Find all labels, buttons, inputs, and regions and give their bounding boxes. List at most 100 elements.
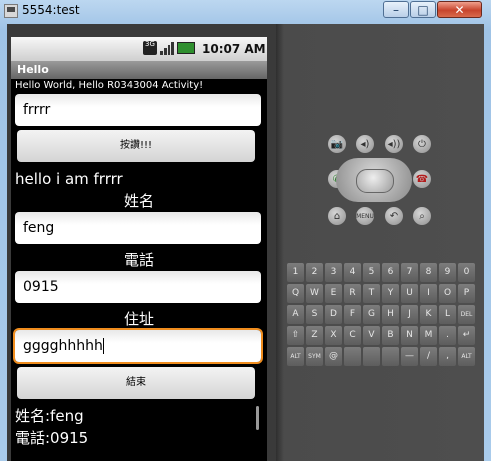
volume-down-button-icon[interactable]: ◂)	[356, 135, 374, 153]
space-key[interactable]	[382, 347, 399, 366]
key[interactable]: D	[325, 305, 342, 324]
keyboard-row: ALT SYM @ — / , ALT	[287, 347, 477, 366]
key[interactable]: G	[363, 305, 380, 324]
key[interactable]: Z	[306, 326, 323, 345]
keyboard-row: Q W E R T Y U I O P	[287, 284, 477, 303]
key[interactable]: S	[306, 305, 323, 324]
key[interactable]: 7	[401, 263, 418, 282]
key[interactable]: 5	[363, 263, 380, 282]
key[interactable]: —	[401, 347, 418, 366]
key[interactable]: @	[325, 347, 342, 366]
result-name-text: 姓名:feng	[15, 407, 84, 425]
key[interactable]: 3	[325, 263, 342, 282]
phone-label: 電話	[123, 251, 154, 269]
delete-key[interactable]: DEL	[458, 305, 475, 324]
text-cursor	[102, 338, 104, 354]
key[interactable]: J	[401, 305, 418, 324]
app-subtitle: Hello World, Hello R0343004 Activity!	[15, 80, 204, 91]
keyboard-row: 1 2 3 4 5 6 7 8 9 0	[287, 263, 477, 282]
key[interactable]: 4	[344, 263, 361, 282]
key[interactable]: 8	[420, 263, 437, 282]
window-titlebar[interactable]: 5554:test – □ ✕	[0, 0, 491, 24]
close-button[interactable]: ✕	[437, 1, 482, 18]
name-input[interactable]: feng	[15, 212, 261, 244]
key[interactable]: O	[439, 284, 456, 303]
end-call-button-icon[interactable]: ☎	[413, 170, 431, 188]
key[interactable]: Y	[382, 284, 399, 303]
key[interactable]: N	[401, 326, 418, 345]
minimize-button[interactable]: –	[383, 1, 409, 18]
greeting-text: hello i am frrrr	[15, 170, 123, 188]
maximize-button[interactable]: □	[410, 1, 436, 18]
top-text-input[interactable]: frrrr	[15, 94, 261, 126]
key[interactable]: 0	[458, 263, 475, 282]
key[interactable]: C	[344, 326, 361, 345]
key[interactable]: Q	[287, 284, 304, 303]
key[interactable]: ,	[439, 347, 456, 366]
key[interactable]: X	[325, 326, 342, 345]
address-label: 住址	[123, 310, 154, 328]
key[interactable]: T	[363, 284, 380, 303]
key[interactable]: 9	[439, 263, 456, 282]
key[interactable]: W	[306, 284, 323, 303]
signal-strength-icon	[160, 41, 174, 55]
dpad[interactable]	[336, 158, 412, 202]
shift-key[interactable]: ⇧	[287, 326, 304, 345]
key[interactable]: P	[458, 284, 475, 303]
key[interactable]: 6	[382, 263, 399, 282]
end-button[interactable]: 結束	[17, 367, 255, 399]
address-input-text: gggghhhhh	[23, 338, 103, 354]
emulator-app-icon	[4, 4, 18, 18]
app-title-bar: Hello	[11, 61, 267, 79]
window-controls: – □ ✕	[383, 1, 483, 18]
key[interactable]: E	[325, 284, 342, 303]
phone-input[interactable]: 0915	[15, 271, 261, 303]
result-phone-text: 電話:0915	[15, 429, 89, 447]
sym-key[interactable]: SYM	[306, 347, 323, 366]
key[interactable]: U	[401, 284, 418, 303]
window-title: 5554:test	[22, 3, 80, 17]
home-button-icon[interactable]: ⌂	[328, 207, 346, 225]
dpad-center-button[interactable]	[356, 169, 394, 193]
keyboard-row: A S D F G H J K L DEL	[287, 305, 477, 324]
keyboard-row: ⇧ Z X C V B N M . ↵	[287, 326, 477, 345]
device-screen[interactable]: 3G 10:07 AM Hello Hello World, Hello R03…	[11, 37, 267, 461]
space-key[interactable]	[363, 347, 380, 366]
hardware-keyboard: 1 2 3 4 5 6 7 8 9 0 Q W E R T Y U I O P …	[287, 263, 477, 368]
status-bar: 3G 10:07 AM	[11, 37, 267, 61]
power-button-icon[interactable]: ⏻	[413, 135, 431, 153]
space-key[interactable]	[344, 347, 361, 366]
like-button[interactable]: 按讚!!!	[17, 130, 255, 162]
device-controls-panel	[276, 24, 484, 461]
key[interactable]: .	[439, 326, 456, 345]
name-label: 姓名	[123, 192, 154, 210]
key[interactable]: I	[420, 284, 437, 303]
key[interactable]: A	[287, 305, 304, 324]
alt-key[interactable]: ALT	[287, 347, 304, 366]
back-button-icon[interactable]: ↶	[385, 207, 403, 225]
enter-key[interactable]: ↵	[458, 326, 475, 345]
key[interactable]: B	[382, 326, 399, 345]
key[interactable]: H	[382, 305, 399, 324]
clock: 10:07 AM	[202, 42, 266, 56]
key[interactable]: V	[363, 326, 380, 345]
battery-icon	[177, 42, 195, 54]
key[interactable]: 2	[306, 263, 323, 282]
network-3g-icon: 3G	[143, 41, 157, 55]
emulator-window: 5554:test – □ ✕ 3G 10:07 AM Hello Hello …	[0, 0, 491, 461]
key[interactable]: M	[420, 326, 437, 345]
camera-button-icon[interactable]: 📷	[328, 135, 346, 153]
address-input[interactable]: gggghhhhh	[15, 330, 261, 362]
key[interactable]: L	[439, 305, 456, 324]
key[interactable]: F	[344, 305, 361, 324]
scrollbar[interactable]	[256, 406, 259, 430]
alt-key[interactable]: ALT	[458, 347, 475, 366]
key[interactable]: 1	[287, 263, 304, 282]
key[interactable]: /	[420, 347, 437, 366]
menu-button-icon[interactable]: MENU	[356, 207, 374, 225]
app-title: Hello	[17, 63, 49, 76]
key[interactable]: R	[344, 284, 361, 303]
search-button-icon[interactable]: ⌕	[413, 207, 431, 225]
volume-up-button-icon[interactable]: ◂))	[385, 135, 403, 153]
key[interactable]: K	[420, 305, 437, 324]
